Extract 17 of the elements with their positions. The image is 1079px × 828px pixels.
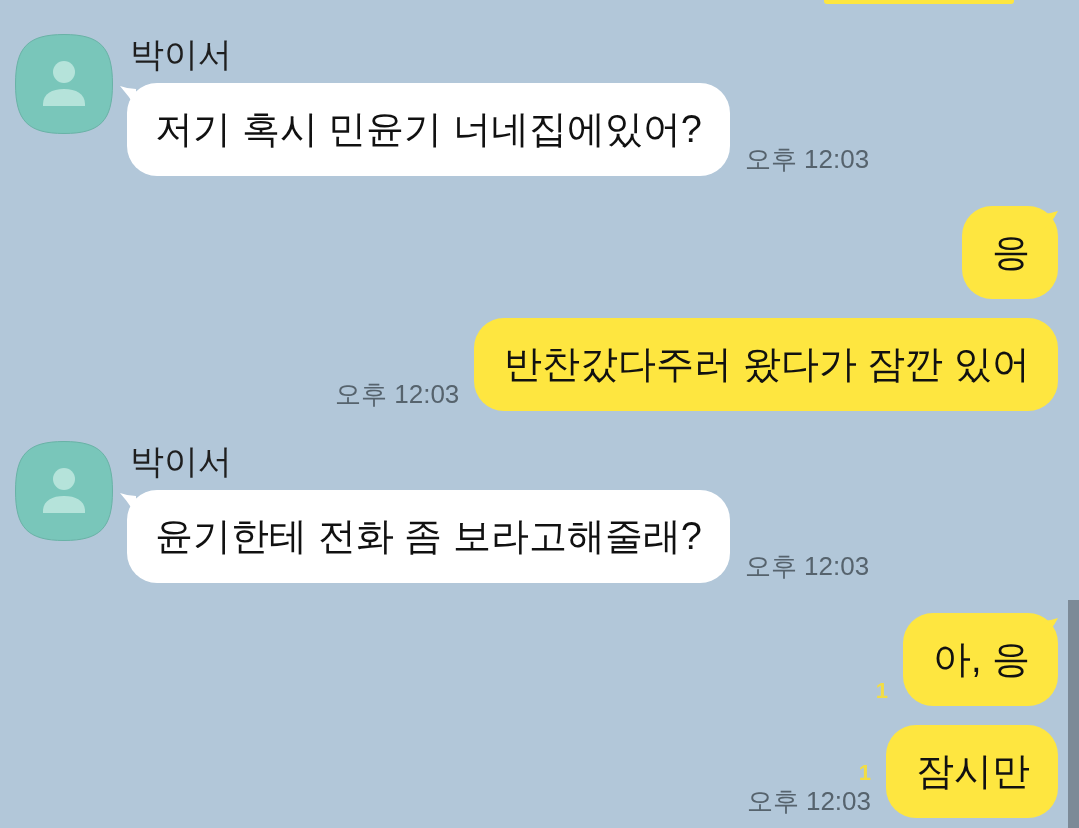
avatar-icon[interactable] xyxy=(15,34,113,134)
message-bubble: 저기 혹시 민윤기 너네집에있어? xyxy=(120,83,730,176)
message-bubble: 잠시만 xyxy=(886,725,1058,818)
timestamp: 오후 12:03 xyxy=(335,379,460,409)
message-bubble: 응 xyxy=(962,206,1058,299)
timestamp: 오후 12:03 xyxy=(744,144,870,174)
message-bubble: 반찬갔다주러 왔다가 잠깐 있어 xyxy=(474,318,1058,411)
timestamp: 오후 12:03 xyxy=(746,786,871,816)
message-bubble: 아, 응 xyxy=(902,613,1058,706)
unread-count: 1 xyxy=(858,760,871,786)
sender-name: 박이서 xyxy=(130,34,232,74)
message-bubble: 윤기한테 전화 좀 보라고해줄래? xyxy=(120,490,730,583)
scrollbar[interactable] xyxy=(1068,600,1079,828)
unread-count: 1 xyxy=(875,678,888,704)
timestamp: 오후 12:03 xyxy=(744,551,870,581)
avatar-icon[interactable] xyxy=(15,441,113,541)
sender-name: 박이서 xyxy=(130,441,232,481)
